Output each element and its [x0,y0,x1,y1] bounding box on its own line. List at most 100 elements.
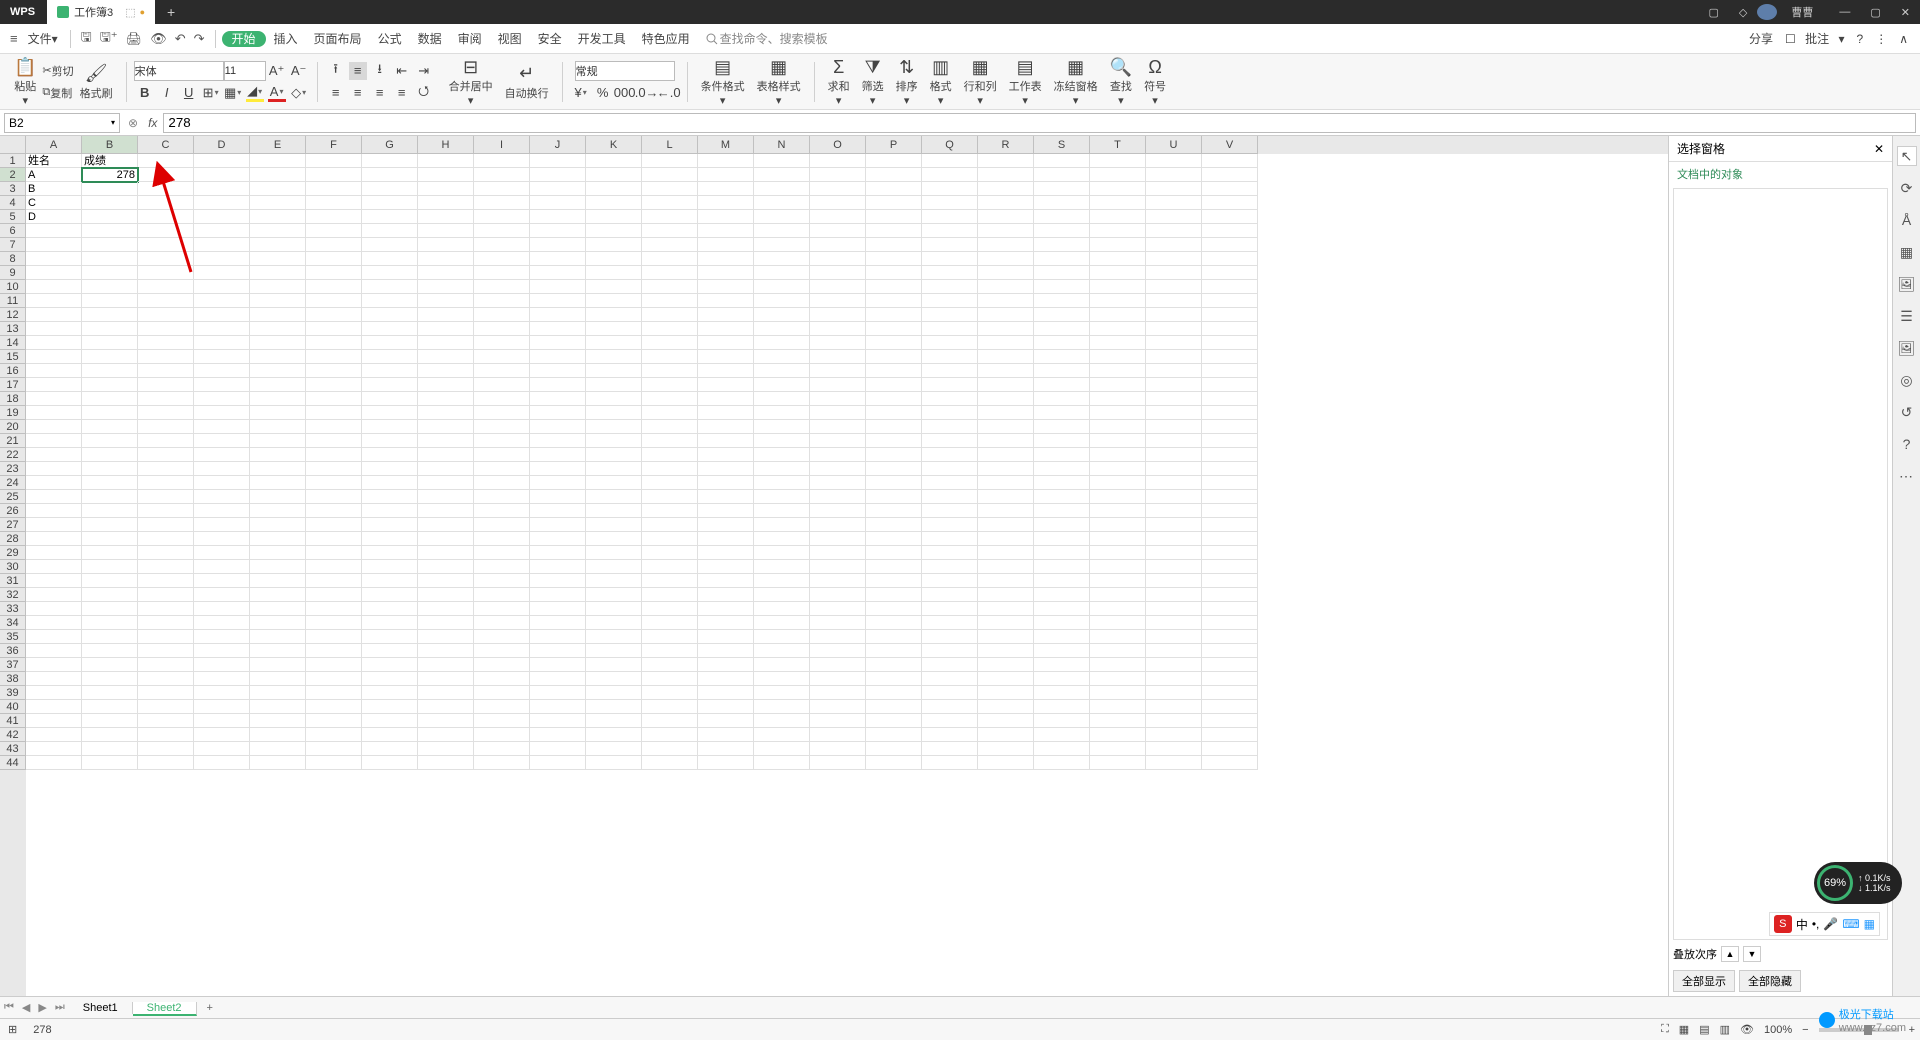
cell-K44[interactable] [586,756,642,770]
cell-F16[interactable] [306,364,362,378]
cell-S16[interactable] [1034,364,1090,378]
row-header-41[interactable]: 41 [0,714,26,728]
cell-P39[interactable] [866,686,922,700]
cell-P1[interactable] [866,154,922,168]
cell-N4[interactable] [754,196,810,210]
cell-U43[interactable] [1146,742,1202,756]
cell-E36[interactable] [250,644,306,658]
cell-V13[interactable] [1202,322,1258,336]
cell-J42[interactable] [530,728,586,742]
cell-K41[interactable] [586,714,642,728]
cell-F17[interactable] [306,378,362,392]
cell-T10[interactable] [1090,280,1146,294]
cell-J12[interactable] [530,308,586,322]
cell-H17[interactable] [418,378,474,392]
cell-B43[interactable] [82,742,138,756]
cell-T32[interactable] [1090,588,1146,602]
cell-U12[interactable] [1146,308,1202,322]
cell-V10[interactable] [1202,280,1258,294]
cell-D29[interactable] [194,546,250,560]
cell-I3[interactable] [474,182,530,196]
cell-Q23[interactable] [922,462,978,476]
cell-Q14[interactable] [922,336,978,350]
cell-M10[interactable] [698,280,754,294]
col-header-G[interactable]: G [362,136,418,154]
cell-M12[interactable] [698,308,754,322]
cell-K42[interactable] [586,728,642,742]
fx-icon[interactable]: fx [148,116,157,130]
target-icon[interactable]: ◎ [1897,370,1917,390]
cell-H34[interactable] [418,616,474,630]
cell-S23[interactable] [1034,462,1090,476]
cell-N37[interactable] [754,658,810,672]
cell-L27[interactable] [642,518,698,532]
cell-D16[interactable] [194,364,250,378]
sheet-button[interactable]: ▤工作表▾ [1003,54,1048,109]
cell-P33[interactable] [866,602,922,616]
cell-B14[interactable] [82,336,138,350]
cell-E6[interactable] [250,224,306,238]
cell-K18[interactable] [586,392,642,406]
cell-R24[interactable] [978,476,1034,490]
cell-A35[interactable] [26,630,82,644]
cell-T37[interactable] [1090,658,1146,672]
row-header-44[interactable]: 44 [0,756,26,770]
cell-B4[interactable] [82,196,138,210]
cell-S17[interactable] [1034,378,1090,392]
sheet-nav-last[interactable]: ⏭ [51,1001,69,1014]
cell-A4[interactable]: C [26,196,82,210]
cell-U42[interactable] [1146,728,1202,742]
cell-F12[interactable] [306,308,362,322]
cell-V33[interactable] [1202,602,1258,616]
cell-H29[interactable] [418,546,474,560]
cell-E34[interactable] [250,616,306,630]
cell-O25[interactable] [810,490,866,504]
cell-K35[interactable] [586,630,642,644]
cell-P3[interactable] [866,182,922,196]
cell-H33[interactable] [418,602,474,616]
cell-G7[interactable] [362,238,418,252]
cell-D15[interactable] [194,350,250,364]
cell-S28[interactable] [1034,532,1090,546]
cell-I41[interactable] [474,714,530,728]
cell-R22[interactable] [978,448,1034,462]
cell-M38[interactable] [698,672,754,686]
cell-J14[interactable] [530,336,586,350]
cell-C16[interactable] [138,364,194,378]
cell-K31[interactable] [586,574,642,588]
cell-O12[interactable] [810,308,866,322]
cell-T4[interactable] [1090,196,1146,210]
cell-N38[interactable] [754,672,810,686]
cell-P2[interactable] [866,168,922,182]
cell-K34[interactable] [586,616,642,630]
cell-F44[interactable] [306,756,362,770]
cell-S43[interactable] [1034,742,1090,756]
cell-E41[interactable] [250,714,306,728]
cell-A24[interactable] [26,476,82,490]
cell-F4[interactable] [306,196,362,210]
row-header-16[interactable]: 16 [0,364,26,378]
cell-I7[interactable] [474,238,530,252]
cell-P43[interactable] [866,742,922,756]
cell-J25[interactable] [530,490,586,504]
cell-F29[interactable] [306,546,362,560]
cell-O18[interactable] [810,392,866,406]
cell-I14[interactable] [474,336,530,350]
cell-J11[interactable] [530,294,586,308]
row-header-17[interactable]: 17 [0,378,26,392]
cell-T43[interactable] [1090,742,1146,756]
cell-H30[interactable] [418,560,474,574]
cell-R15[interactable] [978,350,1034,364]
cell-V37[interactable] [1202,658,1258,672]
cell-R5[interactable] [978,210,1034,224]
cell-V17[interactable] [1202,378,1258,392]
cell-U19[interactable] [1146,406,1202,420]
cell-N28[interactable] [754,532,810,546]
cell-V5[interactable] [1202,210,1258,224]
cell-R29[interactable] [978,546,1034,560]
cell-I31[interactable] [474,574,530,588]
cell-Q29[interactable] [922,546,978,560]
cell-H13[interactable] [418,322,474,336]
cell-N9[interactable] [754,266,810,280]
cell-L32[interactable] [642,588,698,602]
